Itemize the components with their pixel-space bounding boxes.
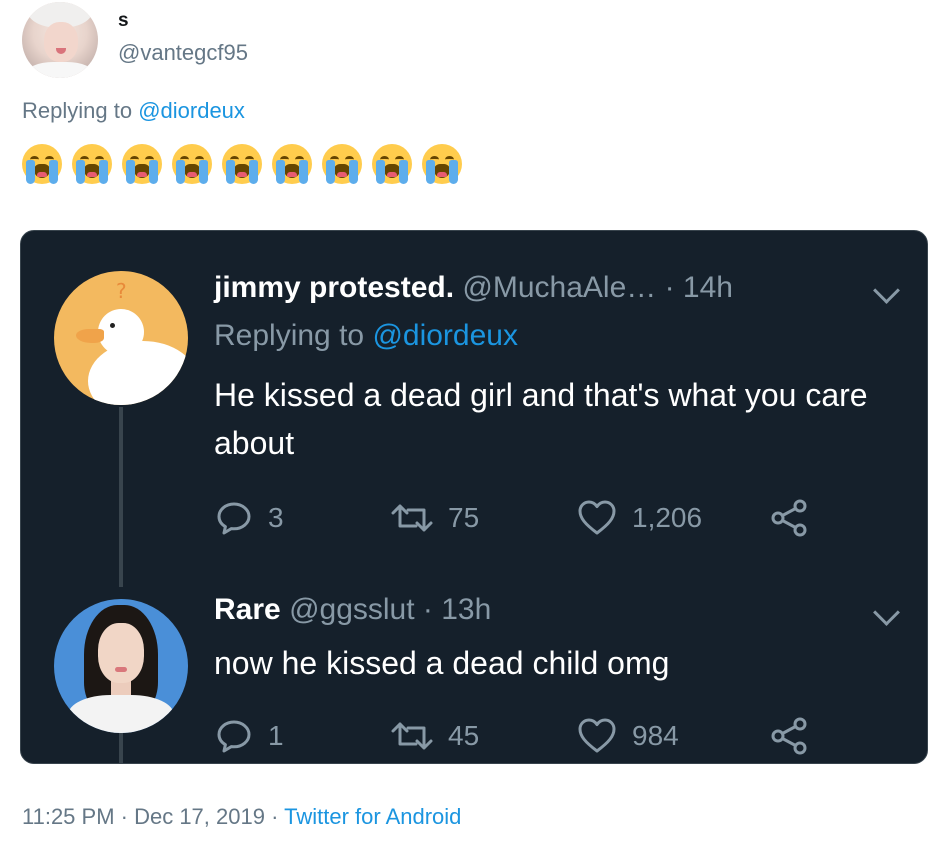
retweet-icon (390, 716, 434, 756)
like-button[interactable]: 984 (576, 716, 679, 756)
reply-1-text: He kissed a dead girl and that's what yo… (214, 377, 868, 461)
reply-1-name[interactable]: jimmy protested. (214, 271, 454, 304)
duck-head (98, 309, 144, 355)
loudly-crying-face-icon (320, 142, 364, 186)
retweet-count: 45 (448, 720, 480, 751)
reply-1-replying-to: Replying to @diordeux (214, 319, 518, 353)
share-icon (768, 498, 810, 538)
thread-connector-line (119, 407, 123, 587)
author-name[interactable]: s (118, 10, 129, 32)
duck-eye (110, 323, 115, 328)
avatar-shirt (26, 62, 94, 78)
reply-button[interactable]: 1 (214, 716, 284, 756)
duck-beak (76, 329, 104, 343)
reply-avatar-girl[interactable] (54, 599, 188, 733)
tweet-timestamp[interactable]: 11:25 PM · Dec 17, 2019 · (22, 804, 284, 829)
reply-1-handle[interactable]: @MuchaAle… (462, 271, 656, 304)
tweet-emoji-text (20, 142, 464, 186)
retweet-button[interactable]: 45 (390, 716, 479, 756)
reply-2-time[interactable]: · 13h (415, 593, 491, 626)
author-handle[interactable]: @vantegcf95 (118, 40, 248, 66)
loudly-crying-face-icon (20, 142, 64, 186)
reply-icon (214, 716, 254, 756)
retweet-icon (390, 498, 434, 538)
loudly-crying-face-icon (370, 142, 414, 186)
reply-avatar-duck[interactable]: ? (54, 271, 188, 405)
reply-1-replying-prefix: Replying to (214, 319, 373, 352)
reply-1-mention-link[interactable]: @diordeux (372, 319, 518, 352)
reply-count: 3 (268, 502, 284, 533)
reply-1-time[interactable]: · 14h (656, 271, 733, 304)
heart-icon (576, 716, 618, 756)
question-mark-glyph: ? (116, 279, 127, 303)
reply-2-handle[interactable]: @ggsslut (289, 593, 415, 626)
tweet-client-link[interactable]: Twitter for Android (284, 804, 461, 829)
thread-connector-line (119, 729, 123, 763)
loudly-crying-face-icon (270, 142, 314, 186)
avatar-face (98, 623, 144, 683)
like-count: 1,206 (632, 502, 703, 533)
loudly-crying-face-icon (170, 142, 214, 186)
heart-icon (576, 498, 618, 538)
loudly-crying-face-icon (120, 142, 164, 186)
replying-prefix: Replying to (22, 98, 139, 123)
retweet-button[interactable]: 75 (390, 498, 479, 538)
author-avatar[interactable] (22, 2, 98, 78)
reply-count: 1 (268, 720, 284, 751)
avatar-lips (115, 667, 127, 672)
retweet-count: 75 (448, 502, 480, 533)
share-button[interactable] (768, 716, 810, 756)
reply-2-header: Rare @ggsslut · 13h (214, 593, 491, 627)
replying-to: Replying to @diordeux (22, 98, 245, 124)
like-button[interactable]: 1,206 (576, 498, 702, 538)
reply-icon (214, 498, 254, 538)
reply-2-name[interactable]: Rare (214, 593, 281, 626)
avatar-collar (68, 695, 174, 733)
quoted-tweet-card[interactable]: ? jimmy protested. @MuchaAle… · 14h Repl… (20, 230, 928, 764)
tweet-footer: 11:25 PM · Dec 17, 2019 · Twitter for An… (22, 804, 461, 830)
share-icon (768, 716, 810, 756)
loudly-crying-face-icon (70, 142, 114, 186)
avatar-face (44, 22, 78, 62)
chevron-down-icon[interactable] (873, 599, 900, 626)
reply-2-text: now he kissed a dead child omg (214, 645, 670, 681)
reply-1-header: jimmy protested. @MuchaAle… · 14h (214, 271, 733, 305)
loudly-crying-face-icon (420, 142, 464, 186)
chevron-down-icon[interactable] (873, 277, 900, 304)
duck-body (88, 341, 188, 405)
reply-mention-link[interactable]: @diordeux (138, 98, 245, 123)
share-button[interactable] (768, 498, 810, 538)
like-count: 984 (632, 720, 679, 751)
loudly-crying-face-icon (220, 142, 264, 186)
reply-button[interactable]: 3 (214, 498, 284, 538)
